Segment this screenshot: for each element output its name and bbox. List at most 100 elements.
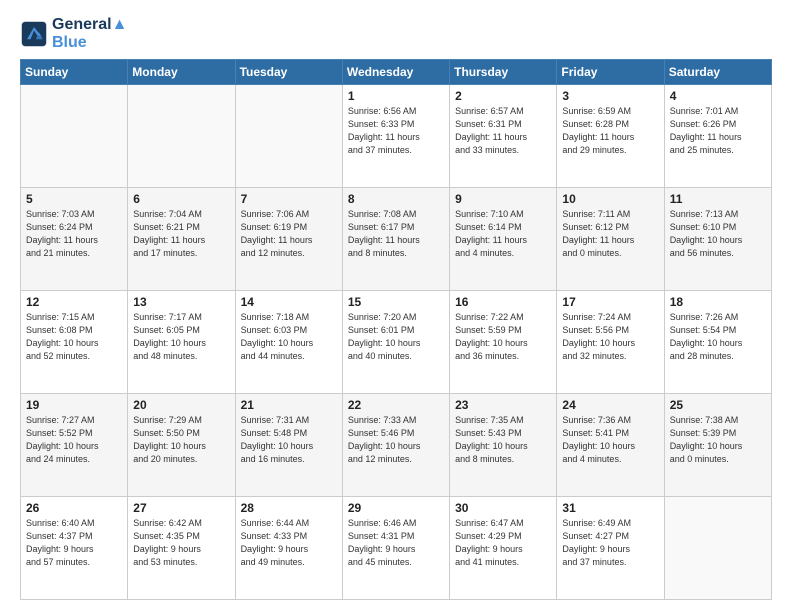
calendar-cell: 2 Sunrise: 6:57 AM Sunset: 6:31 PM Daylig… (450, 85, 557, 188)
day-number: 25 (670, 398, 766, 412)
day-number: 18 (670, 295, 766, 309)
calendar-cell: 4 Sunrise: 7:01 AM Sunset: 6:26 PM Daylig… (664, 85, 771, 188)
calendar-page: General▲ Blue SundayMondayTuesdayWednesd… (0, 0, 792, 612)
calendar-cell (128, 85, 235, 188)
day-number: 22 (348, 398, 444, 412)
calendar-cell: 27 Sunrise: 6:42 AM Sunset: 4:35 PM Dayli… (128, 497, 235, 600)
calendar-cell: 20 Sunrise: 7:29 AM Sunset: 5:50 PM Dayli… (128, 394, 235, 497)
day-number: 1 (348, 89, 444, 103)
calendar-header: SundayMondayTuesdayWednesdayThursdayFrid… (21, 60, 772, 85)
calendar-cell (21, 85, 128, 188)
day-number: 6 (133, 192, 229, 206)
calendar-cell (664, 497, 771, 600)
day-number: 7 (241, 192, 337, 206)
calendar-cell: 13 Sunrise: 7:17 AM Sunset: 6:05 PM Dayli… (128, 291, 235, 394)
day-info: Sunrise: 7:33 AM Sunset: 5:46 PM Dayligh… (348, 414, 444, 466)
calendar-cell: 14Sunrise: 7:18 AM Sunset: 6:03 PM Dayli… (235, 291, 342, 394)
day-number: 5 (26, 192, 122, 206)
day-info: Sunrise: 7:20 AM Sunset: 6:01 PM Dayligh… (348, 311, 444, 363)
calendar-cell: 3Sunrise: 6:59 AM Sunset: 6:28 PM Daylig… (557, 85, 664, 188)
calendar-cell: 28Sunrise: 6:44 AM Sunset: 4:33 PM Dayli… (235, 497, 342, 600)
day-info: Sunrise: 7:01 AM Sunset: 6:26 PM Dayligh… (670, 105, 766, 157)
day-info: Sunrise: 6:57 AM Sunset: 6:31 PM Dayligh… (455, 105, 551, 157)
calendar-cell: 15Sunrise: 7:20 AM Sunset: 6:01 PM Dayli… (342, 291, 449, 394)
day-number: 16 (455, 295, 551, 309)
day-info: Sunrise: 6:44 AM Sunset: 4:33 PM Dayligh… (241, 517, 337, 569)
calendar-cell (235, 85, 342, 188)
day-number: 20 (133, 398, 229, 412)
calendar-cell: 24 Sunrise: 7:36 AM Sunset: 5:41 PM Dayli… (557, 394, 664, 497)
day-number: 21 (241, 398, 337, 412)
weekday-header: Friday (557, 60, 664, 85)
calendar-table: SundayMondayTuesdayWednesdayThursdayFrid… (20, 59, 772, 600)
day-number: 31 (562, 501, 658, 515)
calendar-week-row: 12 Sunrise: 7:15 AM Sunset: 6:08 PM Dayli… (21, 291, 772, 394)
day-number: 8 (348, 192, 444, 206)
calendar-cell: 5 Sunrise: 7:03 AM Sunset: 6:24 PM Daylig… (21, 188, 128, 291)
day-number: 3 (562, 89, 658, 103)
calendar-cell: 30 Sunrise: 6:47 AM Sunset: 4:29 PM Dayli… (450, 497, 557, 600)
day-number: 13 (133, 295, 229, 309)
day-info: Sunrise: 7:11 AM Sunset: 6:12 PM Dayligh… (562, 208, 658, 260)
weekday-header: Tuesday (235, 60, 342, 85)
calendar-cell: 12 Sunrise: 7:15 AM Sunset: 6:08 PM Dayli… (21, 291, 128, 394)
day-info: Sunrise: 7:03 AM Sunset: 6:24 PM Dayligh… (26, 208, 122, 260)
weekday-header: Thursday (450, 60, 557, 85)
day-number: 12 (26, 295, 122, 309)
day-info: Sunrise: 7:17 AM Sunset: 6:05 PM Dayligh… (133, 311, 229, 363)
day-info: Sunrise: 7:29 AM Sunset: 5:50 PM Dayligh… (133, 414, 229, 466)
calendar-cell: 26 Sunrise: 6:40 AM Sunset: 4:37 PM Dayli… (21, 497, 128, 600)
day-info: Sunrise: 7:10 AM Sunset: 6:14 PM Dayligh… (455, 208, 551, 260)
day-number: 26 (26, 501, 122, 515)
calendar-cell: 17 Sunrise: 7:24 AM Sunset: 5:56 PM Dayli… (557, 291, 664, 394)
header: General▲ Blue (20, 16, 772, 51)
day-info: Sunrise: 7:22 AM Sunset: 5:59 PM Dayligh… (455, 311, 551, 363)
day-info: Sunrise: 6:42 AM Sunset: 4:35 PM Dayligh… (133, 517, 229, 569)
day-info: Sunrise: 6:46 AM Sunset: 4:31 PM Dayligh… (348, 517, 444, 569)
day-number: 4 (670, 89, 766, 103)
calendar-cell: 19 Sunrise: 7:27 AM Sunset: 5:52 PM Dayli… (21, 394, 128, 497)
weekday-header: Sunday (21, 60, 128, 85)
day-number: 14 (241, 295, 337, 309)
calendar-cell: 9 Sunrise: 7:10 AM Sunset: 6:14 PM Daylig… (450, 188, 557, 291)
day-info: Sunrise: 7:15 AM Sunset: 6:08 PM Dayligh… (26, 311, 122, 363)
day-info: Sunrise: 6:49 AM Sunset: 4:27 PM Dayligh… (562, 517, 658, 569)
day-number: 2 (455, 89, 551, 103)
day-info: Sunrise: 7:31 AM Sunset: 5:48 PM Dayligh… (241, 414, 337, 466)
calendar-week-row: 19 Sunrise: 7:27 AM Sunset: 5:52 PM Dayli… (21, 394, 772, 497)
day-number: 17 (562, 295, 658, 309)
calendar-cell: 10Sunrise: 7:11 AM Sunset: 6:12 PM Dayli… (557, 188, 664, 291)
weekday-row: SundayMondayTuesdayWednesdayThursdayFrid… (21, 60, 772, 85)
day-info: Sunrise: 7:06 AM Sunset: 6:19 PM Dayligh… (241, 208, 337, 260)
day-number: 24 (562, 398, 658, 412)
calendar-cell: 22 Sunrise: 7:33 AM Sunset: 5:46 PM Dayli… (342, 394, 449, 497)
day-number: 30 (455, 501, 551, 515)
calendar-cell: 25Sunrise: 7:38 AM Sunset: 5:39 PM Dayli… (664, 394, 771, 497)
calendar-body: 1Sunrise: 6:56 AM Sunset: 6:33 PM Daylig… (21, 85, 772, 600)
weekday-header: Monday (128, 60, 235, 85)
calendar-cell: 29Sunrise: 6:46 AM Sunset: 4:31 PM Dayli… (342, 497, 449, 600)
day-info: Sunrise: 6:40 AM Sunset: 4:37 PM Dayligh… (26, 517, 122, 569)
day-info: Sunrise: 6:47 AM Sunset: 4:29 PM Dayligh… (455, 517, 551, 569)
day-number: 19 (26, 398, 122, 412)
day-info: Sunrise: 7:13 AM Sunset: 6:10 PM Dayligh… (670, 208, 766, 260)
day-info: Sunrise: 7:08 AM Sunset: 6:17 PM Dayligh… (348, 208, 444, 260)
day-info: Sunrise: 7:24 AM Sunset: 5:56 PM Dayligh… (562, 311, 658, 363)
calendar-week-row: 1Sunrise: 6:56 AM Sunset: 6:33 PM Daylig… (21, 85, 772, 188)
calendar-cell: 1Sunrise: 6:56 AM Sunset: 6:33 PM Daylig… (342, 85, 449, 188)
day-info: Sunrise: 7:35 AM Sunset: 5:43 PM Dayligh… (455, 414, 551, 466)
logo-icon (20, 20, 48, 48)
day-info: Sunrise: 7:36 AM Sunset: 5:41 PM Dayligh… (562, 414, 658, 466)
calendar-cell: 16 Sunrise: 7:22 AM Sunset: 5:59 PM Dayli… (450, 291, 557, 394)
weekday-header: Saturday (664, 60, 771, 85)
day-info: Sunrise: 7:27 AM Sunset: 5:52 PM Dayligh… (26, 414, 122, 466)
calendar-cell: 7 Sunrise: 7:06 AM Sunset: 6:19 PM Daylig… (235, 188, 342, 291)
calendar-cell: 31 Sunrise: 6:49 AM Sunset: 4:27 PM Dayli… (557, 497, 664, 600)
weekday-header: Wednesday (342, 60, 449, 85)
day-number: 27 (133, 501, 229, 515)
day-number: 9 (455, 192, 551, 206)
day-info: Sunrise: 7:26 AM Sunset: 5:54 PM Dayligh… (670, 311, 766, 363)
calendar-week-row: 26 Sunrise: 6:40 AM Sunset: 4:37 PM Dayli… (21, 497, 772, 600)
logo: General▲ Blue (20, 16, 127, 51)
calendar-cell: 21 Sunrise: 7:31 AM Sunset: 5:48 PM Dayli… (235, 394, 342, 497)
